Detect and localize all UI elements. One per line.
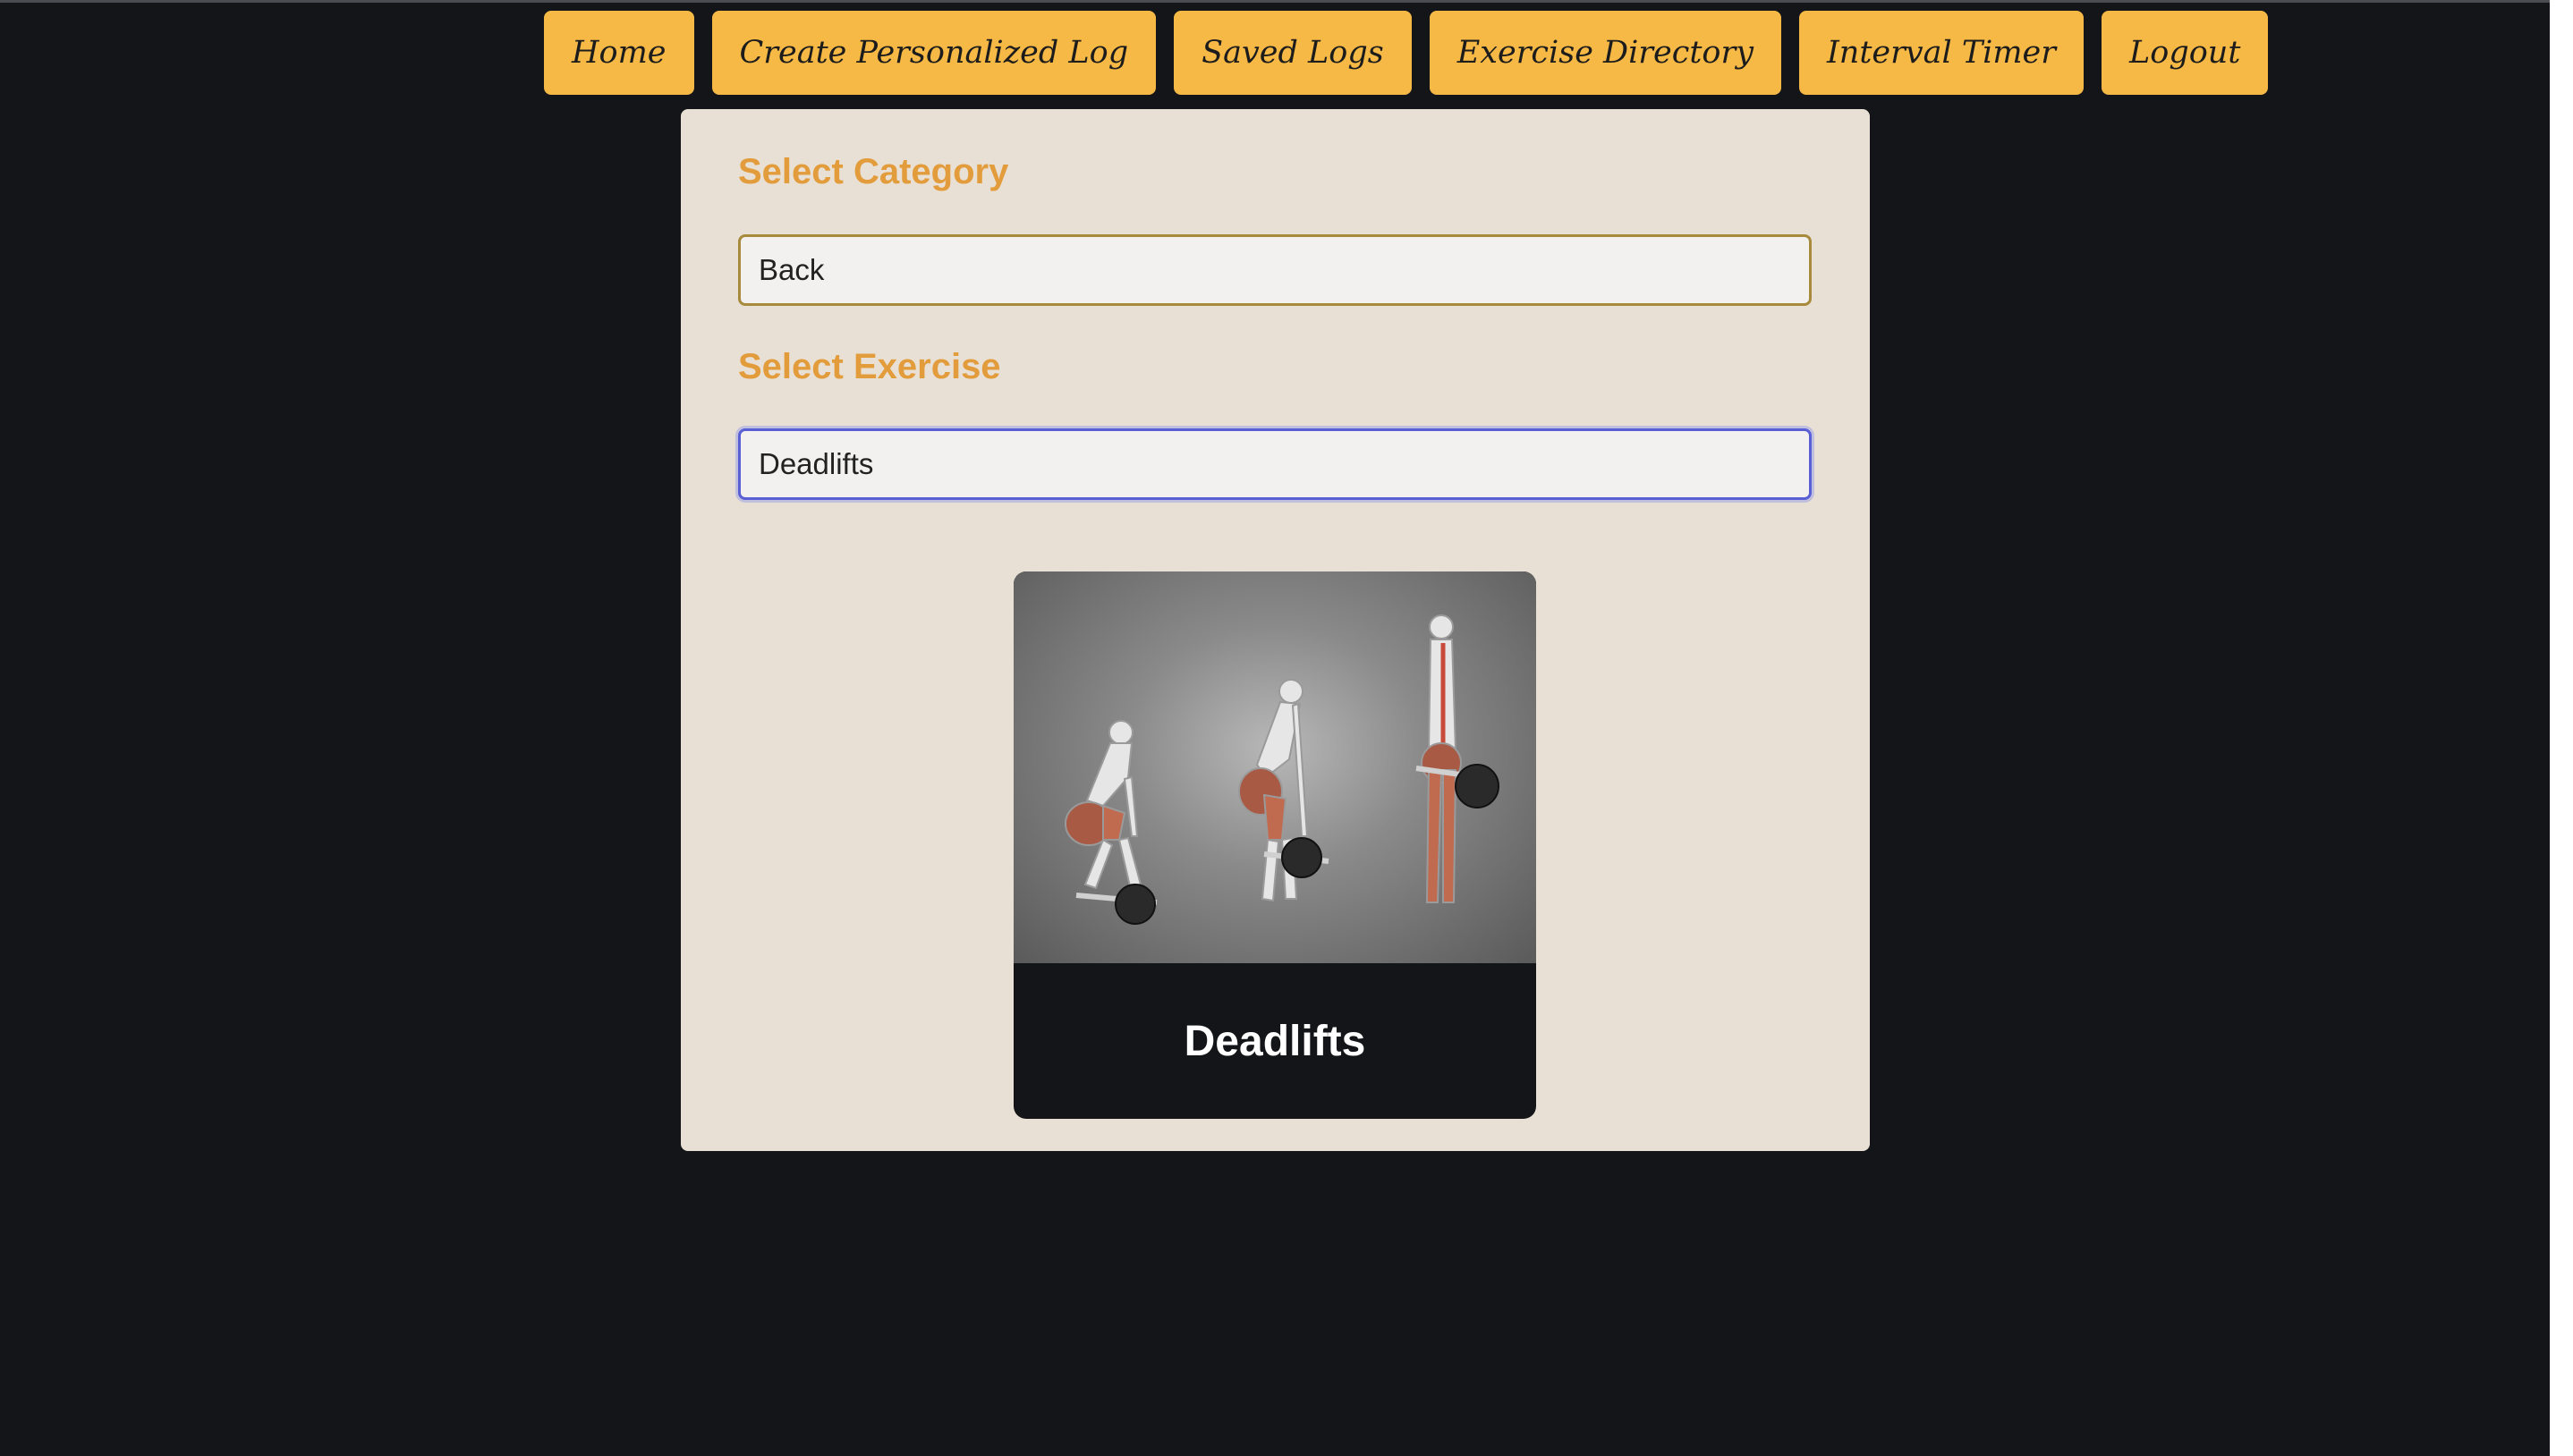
exercise-label: Select Exercise: [738, 347, 1001, 386]
exercise-card-title: Deadlifts: [1184, 1017, 1366, 1065]
nav-home-button[interactable]: Home: [544, 11, 694, 95]
nav-exercise-directory-button[interactable]: Exercise Directory: [1429, 11, 1781, 95]
deadlift-illustration-icon: [1014, 571, 1536, 963]
figure-lockout-position: [1415, 614, 1499, 903]
exercise-panel: Select Category Back Select Exercise Dea…: [681, 109, 1870, 1151]
nav-interval-timer-button[interactable]: Interval Timer: [1798, 11, 2084, 95]
figure-mid-position: [1238, 679, 1329, 902]
exercise-select-value: Deadlifts: [759, 447, 874, 480]
top-nav: Home Create Personalized Log Saved Logs …: [544, 11, 2269, 95]
nav-saved-logs-button[interactable]: Saved Logs: [1174, 11, 1412, 95]
top-border: [0, 0, 2550, 3]
category-select[interactable]: Back: [738, 234, 1812, 306]
nav-create-log-button[interactable]: Create Personalized Log: [711, 11, 1157, 95]
category-select-value: Back: [759, 253, 825, 286]
exercise-select[interactable]: Deadlifts: [738, 428, 1812, 500]
category-label: Select Category: [738, 152, 1009, 191]
figure-bottom-position: [1065, 720, 1158, 925]
exercise-card[interactable]: Deadlifts: [1014, 571, 1536, 1119]
nav-logout-button[interactable]: Logout: [2102, 11, 2269, 95]
scrollbar-gutter: [2550, 0, 2573, 1456]
